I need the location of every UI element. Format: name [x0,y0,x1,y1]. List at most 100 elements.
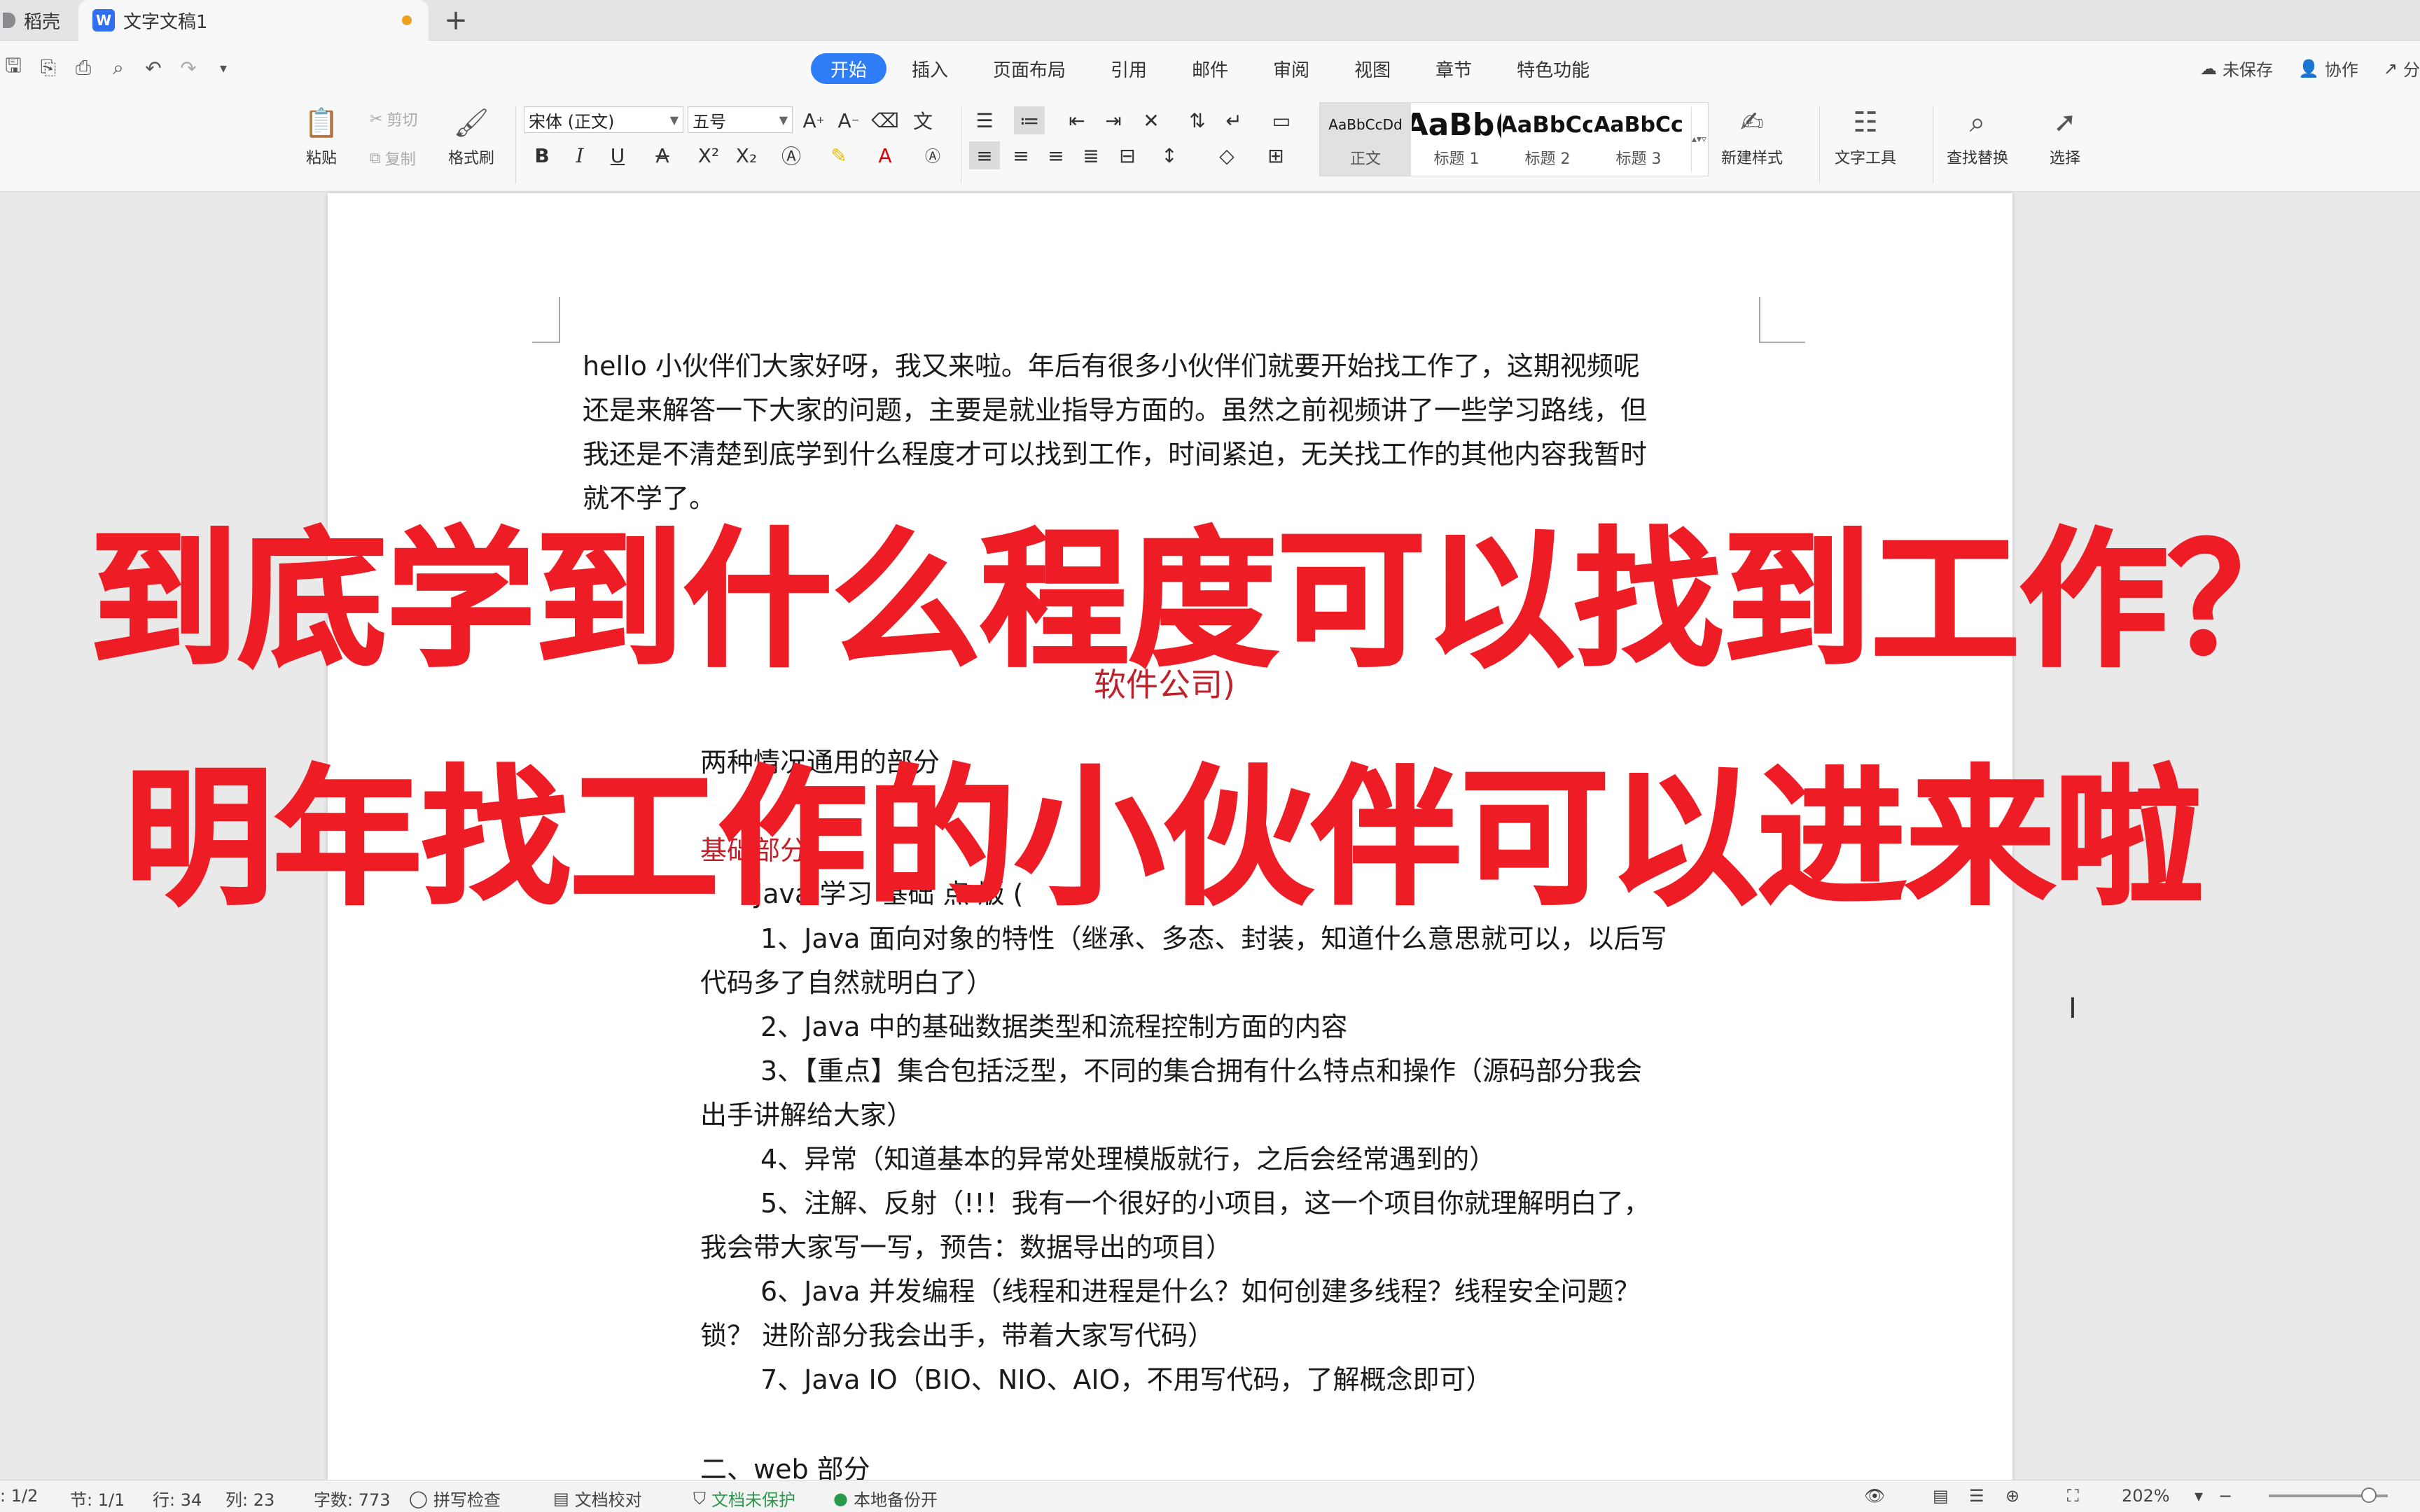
numbered-list-icon[interactable]: ≔ [1014,106,1045,134]
new-style-button[interactable]: ✍ 新建样式 [1721,104,1783,168]
print-preview-icon[interactable]: ⌕ [105,55,132,81]
align-left-icon[interactable]: ≡ [969,141,1000,169]
style-preview: AaBbCc [1594,112,1683,137]
print-icon[interactable]: ⎙ [70,55,97,81]
style-label: 标题 3 [1615,150,1662,168]
save-icon[interactable]: 🖫 [0,54,27,81]
styles-scroll-icon[interactable]: ▴▾▿ [1691,107,1706,172]
bold-icon[interactable]: B [527,141,557,169]
customize-toolbar-icon[interactable]: ▾ [210,55,237,81]
strikethrough-icon[interactable]: A [647,141,678,169]
style-item-3[interactable]: AaBbCc 标题 3 [1593,103,1684,176]
eye-protection-icon[interactable]: 👁 [1864,1486,1885,1506]
show-marks-icon[interactable]: ↵ [1218,106,1249,134]
select-button[interactable]: ➚ 选择 [2046,104,2084,168]
grow-font-icon[interactable]: A + [798,106,829,134]
share-icon: ↗ [2383,58,2398,78]
tab-menu-5[interactable]: 审阅 [1253,53,1329,84]
phonetic-guide-icon[interactable]: 文 [908,106,938,134]
style-preview: AaBbCcDd [1328,116,1403,133]
style-item-0[interactable]: AaBbCcDd 正文 [1320,103,1411,176]
format-painter-label: 格式刷 [448,150,495,167]
subscript-icon[interactable]: X₂ [731,141,762,169]
shrink-font-icon[interactable]: A − [833,106,864,134]
justify-icon[interactable]: ≣ [1076,141,1106,169]
tab-menu-3[interactable]: 引用 [1091,53,1167,84]
text-effect-icon[interactable]: Ⓐ [776,141,807,169]
status-words[interactable]: 字数: 773 [314,1486,391,1511]
copy-button[interactable]: ⧉ 复制 [370,147,416,169]
tab-menu-8[interactable]: 特色功能 [1497,53,1609,84]
highlight-icon[interactable]: ✎ [823,141,854,169]
tab-menu-0[interactable]: 开始 [811,53,887,84]
export-pdf-icon[interactable]: ⎘ [35,55,62,81]
paste-button[interactable]: 📋 粘贴 [302,104,340,168]
distribute-icon[interactable]: ⊟ [1112,141,1143,169]
align-center-icon[interactable]: ≡ [1006,141,1036,169]
font-color-icon[interactable]: A [870,141,900,169]
list-item: 我会带大家写一写，预告：数据导出的项目） [700,1232,1233,1263]
select-label: 选择 [2049,150,2080,167]
spell-check-button[interactable]: ◯ 拼写检查 [409,1486,501,1511]
italic-icon[interactable]: I [564,141,595,169]
tab-menu-6[interactable]: 视图 [1335,53,1410,84]
ruler-icon[interactable]: ▭ [1266,106,1297,134]
text-tools-icon: ☷ [1853,106,1878,139]
doc-protection-button[interactable]: ⛉ 文档未保护 [693,1486,795,1511]
superscript-icon[interactable]: X² [693,141,724,169]
new-tab-button[interactable]: + [440,4,472,36]
page-view-icon[interactable]: ▤ [1933,1486,1949,1506]
collab-button[interactable]: 👤 协作 [2298,56,2358,80]
crop-mark [532,297,560,343]
text-tools-button[interactable]: ☷ 文字工具 [1835,104,1896,168]
shield-icon: ⛉ [693,1488,706,1508]
local-backup-button[interactable]: ● 本地备份开 [833,1486,938,1511]
zoom-level[interactable]: 202% [2122,1486,2170,1506]
zoom-out-icon[interactable]: − [2218,1486,2232,1506]
sort-icon[interactable]: ⇅ [1182,106,1213,134]
style-preview: AaBb( [1412,106,1501,143]
fit-page-icon[interactable]: ⛶ [2067,1486,2079,1506]
style-item-2[interactable]: AaBbCc 标题 2 [1502,103,1593,176]
list-item: 2、Java 中的基础数据类型和流程控制方面的内容 [760,1011,1348,1042]
intro-line: 我还是不清楚到底学到什么程度才可以找到工作，时间紧迫，无关找工作的其他内容我暂时 [583,439,1648,470]
find-replace-button[interactable]: ⌕ 查找替换 [1947,104,2008,168]
clear-format-icon[interactable]: ⌫ [870,106,900,134]
font-size-select[interactable]: 五号 ▼ [688,106,793,133]
increase-indent-icon[interactable]: ⇥ [1098,106,1129,134]
decrease-indent-icon[interactable]: ⇤ [1062,106,1092,134]
zoom-slider-handle[interactable] [2361,1488,2377,1503]
list-item: 4、异常（知道基本的异常处理模版就行，之后会经常遇到的） [760,1144,1496,1175]
chinese-layout-icon[interactable]: ✕ [1136,106,1167,134]
brush-icon: 🖌 [453,106,489,139]
align-right-icon[interactable]: ≡ [1041,141,1071,169]
outline-view-icon[interactable]: ☰ [1969,1486,1984,1506]
tab-menu-7[interactable]: 章节 [1416,53,1491,84]
web-view-icon[interactable]: ⊕ [2005,1486,2019,1506]
tab-menu-1[interactable]: 插入 [892,53,968,84]
underline-icon[interactable]: U [602,141,633,169]
share-button[interactable]: ↗ 分 [2384,56,2420,80]
ribbon-toolbar: 📋 粘贴 ✂ 剪切 ⧉ 复制 🖌 格式刷 宋体 (正文) ▼ 五号 ▼ A + A − ⌫ … [0,97,2420,192]
undo-icon[interactable]: ↶ [140,55,167,81]
style-item-1[interactable]: AaBb(标题 1 [1411,103,1502,176]
proofread-button[interactable]: ▤ 文档校对 [553,1486,642,1511]
intro-line: hello 小伙伴们大家好呀，我又来啦。年后有很多小伙伴们就要开始找工作了，这期… [583,351,1640,382]
tab-menu-4[interactable]: 邮件 [1172,53,1248,84]
redo-icon[interactable]: ↷ [175,55,202,81]
unsaved-label: 未保存 [2223,60,2273,80]
char-border-icon[interactable]: Ⓐ [917,141,948,169]
unsaved-button[interactable]: ☁ 未保存 [2200,56,2273,80]
tab-document[interactable]: W 文字文稿1 [78,0,429,41]
shading-icon[interactable]: ◇ [1211,141,1242,169]
font-name-select[interactable]: 宋体 (正文) ▼ [524,106,683,133]
borders-icon[interactable]: ⊞ [1260,141,1291,169]
bullet-list-icon[interactable]: ☰ [969,106,1000,134]
tab-menu-2[interactable]: 页面布局 [973,53,1085,84]
tab-home[interactable]: 稻壳 [0,0,77,41]
cut-button[interactable]: ✂ 剪切 [370,108,417,130]
line-spacing-icon[interactable]: ↕ [1154,141,1185,169]
format-painter-button[interactable]: 🖌 格式刷 [448,104,494,168]
right-menu-group: ☁ 未保存 👤 协作 ↗ 分 [2200,56,2420,80]
zoom-dropdown-icon[interactable]: ▾ [2195,1486,2203,1506]
